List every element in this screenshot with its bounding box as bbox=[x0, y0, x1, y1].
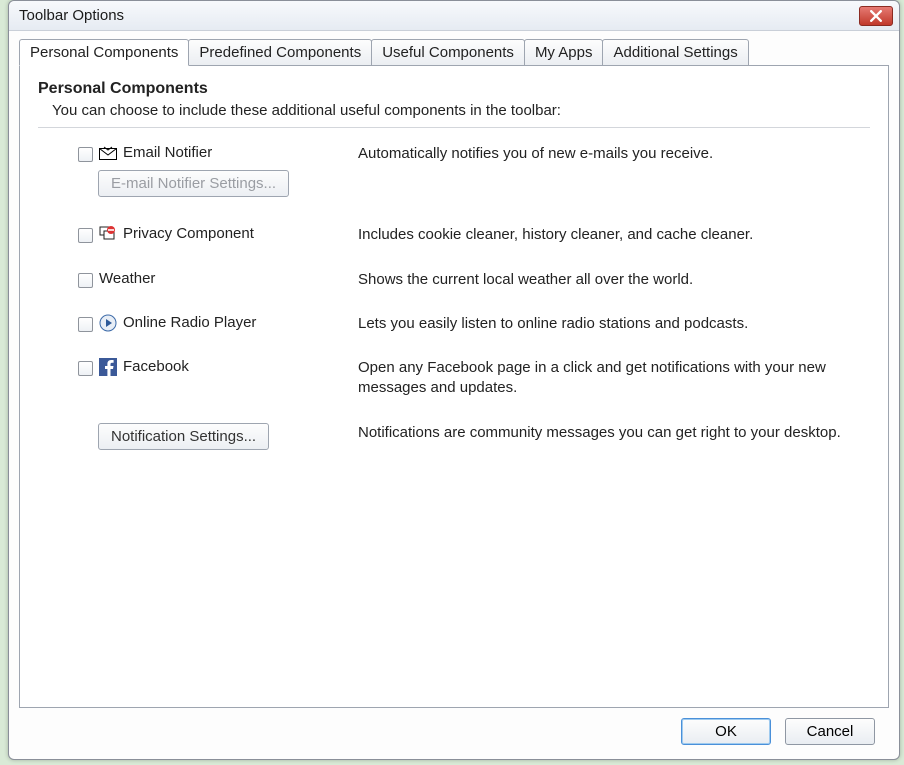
tab-panel: Personal Components You can choose to in… bbox=[19, 65, 889, 708]
close-icon bbox=[870, 10, 882, 22]
tab-additional-settings[interactable]: Additional Settings bbox=[602, 39, 748, 66]
dialog-window: Toolbar Options Personal Components Pred… bbox=[8, 0, 900, 760]
tab-strip: Personal Components Predefined Component… bbox=[19, 39, 889, 66]
ok-button[interactable]: OK bbox=[681, 718, 771, 745]
client-area: Personal Components Predefined Component… bbox=[9, 31, 899, 759]
label-privacy-component: Privacy Component bbox=[123, 225, 254, 242]
desc-facebook: Open any Facebook page in a click and ge… bbox=[358, 358, 870, 399]
facebook-icon bbox=[99, 358, 117, 376]
divider bbox=[38, 127, 870, 128]
label-email-notifier: Email Notifier bbox=[123, 144, 212, 161]
label-online-radio-player: Online Radio Player bbox=[123, 314, 256, 331]
section-subtitle: You can choose to include these addition… bbox=[52, 102, 870, 119]
row-online-radio-player: Online Radio Player Lets you easily list… bbox=[38, 314, 870, 334]
tab-personal-components[interactable]: Personal Components bbox=[19, 39, 189, 66]
row-email-notifier: Email Notifier Automatically notifies yo… bbox=[38, 144, 870, 164]
row-privacy-component: Privacy Component Includes cookie cleane… bbox=[38, 225, 870, 245]
checkbox-email-notifier[interactable] bbox=[78, 147, 93, 162]
desc-privacy-component: Includes cookie cleaner, history cleaner… bbox=[358, 225, 870, 245]
row-facebook: Facebook Open any Facebook page in a cli… bbox=[38, 358, 870, 399]
tab-useful-components[interactable]: Useful Components bbox=[371, 39, 525, 66]
dialog-footer: OK Cancel bbox=[19, 708, 889, 749]
label-facebook: Facebook bbox=[123, 358, 189, 375]
title-bar: Toolbar Options bbox=[9, 1, 899, 31]
desc-notification-settings: Notifications are community messages you… bbox=[358, 423, 870, 443]
window-title: Toolbar Options bbox=[19, 7, 859, 24]
checkbox-online-radio-player[interactable] bbox=[78, 317, 93, 332]
close-button[interactable] bbox=[859, 6, 893, 26]
desc-email-notifier: Automatically notifies you of new e-mail… bbox=[358, 144, 870, 164]
label-weather: Weather bbox=[99, 270, 155, 287]
checkbox-facebook[interactable] bbox=[78, 361, 93, 376]
row-weather: Weather Shows the current local weather … bbox=[38, 270, 870, 290]
notification-settings-button[interactable]: Notification Settings... bbox=[98, 423, 269, 450]
cancel-button[interactable]: Cancel bbox=[785, 718, 875, 745]
checkbox-weather[interactable] bbox=[78, 273, 93, 288]
privacy-icon bbox=[99, 225, 117, 243]
email-notifier-settings-button[interactable]: E-mail Notifier Settings... bbox=[98, 170, 289, 197]
envelope-icon bbox=[99, 144, 117, 162]
checkbox-privacy-component[interactable] bbox=[78, 228, 93, 243]
row-notification-settings: Notification Settings... Notifications a… bbox=[38, 423, 870, 450]
desc-online-radio-player: Lets you easily listen to online radio s… bbox=[358, 314, 870, 334]
tab-my-apps[interactable]: My Apps bbox=[524, 39, 604, 66]
play-icon bbox=[99, 314, 117, 332]
tab-predefined-components[interactable]: Predefined Components bbox=[188, 39, 372, 66]
section-title: Personal Components bbox=[38, 80, 870, 98]
desc-weather: Shows the current local weather all over… bbox=[358, 270, 870, 290]
